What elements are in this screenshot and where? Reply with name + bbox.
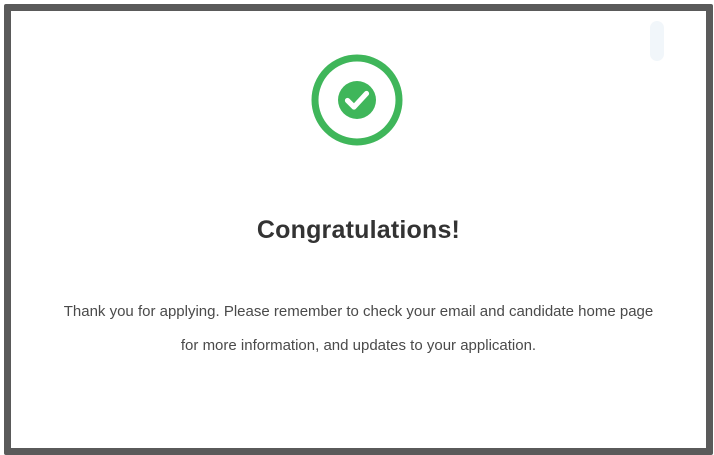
dialog-title: Congratulations! xyxy=(256,216,461,244)
faint-decoration xyxy=(650,21,664,61)
dialog-message: Thank you for applying. Please remember … xyxy=(63,303,654,354)
check-circle-icon xyxy=(309,52,405,148)
confirmation-dialog: Congratulations! Thank you for applying.… xyxy=(4,4,713,455)
